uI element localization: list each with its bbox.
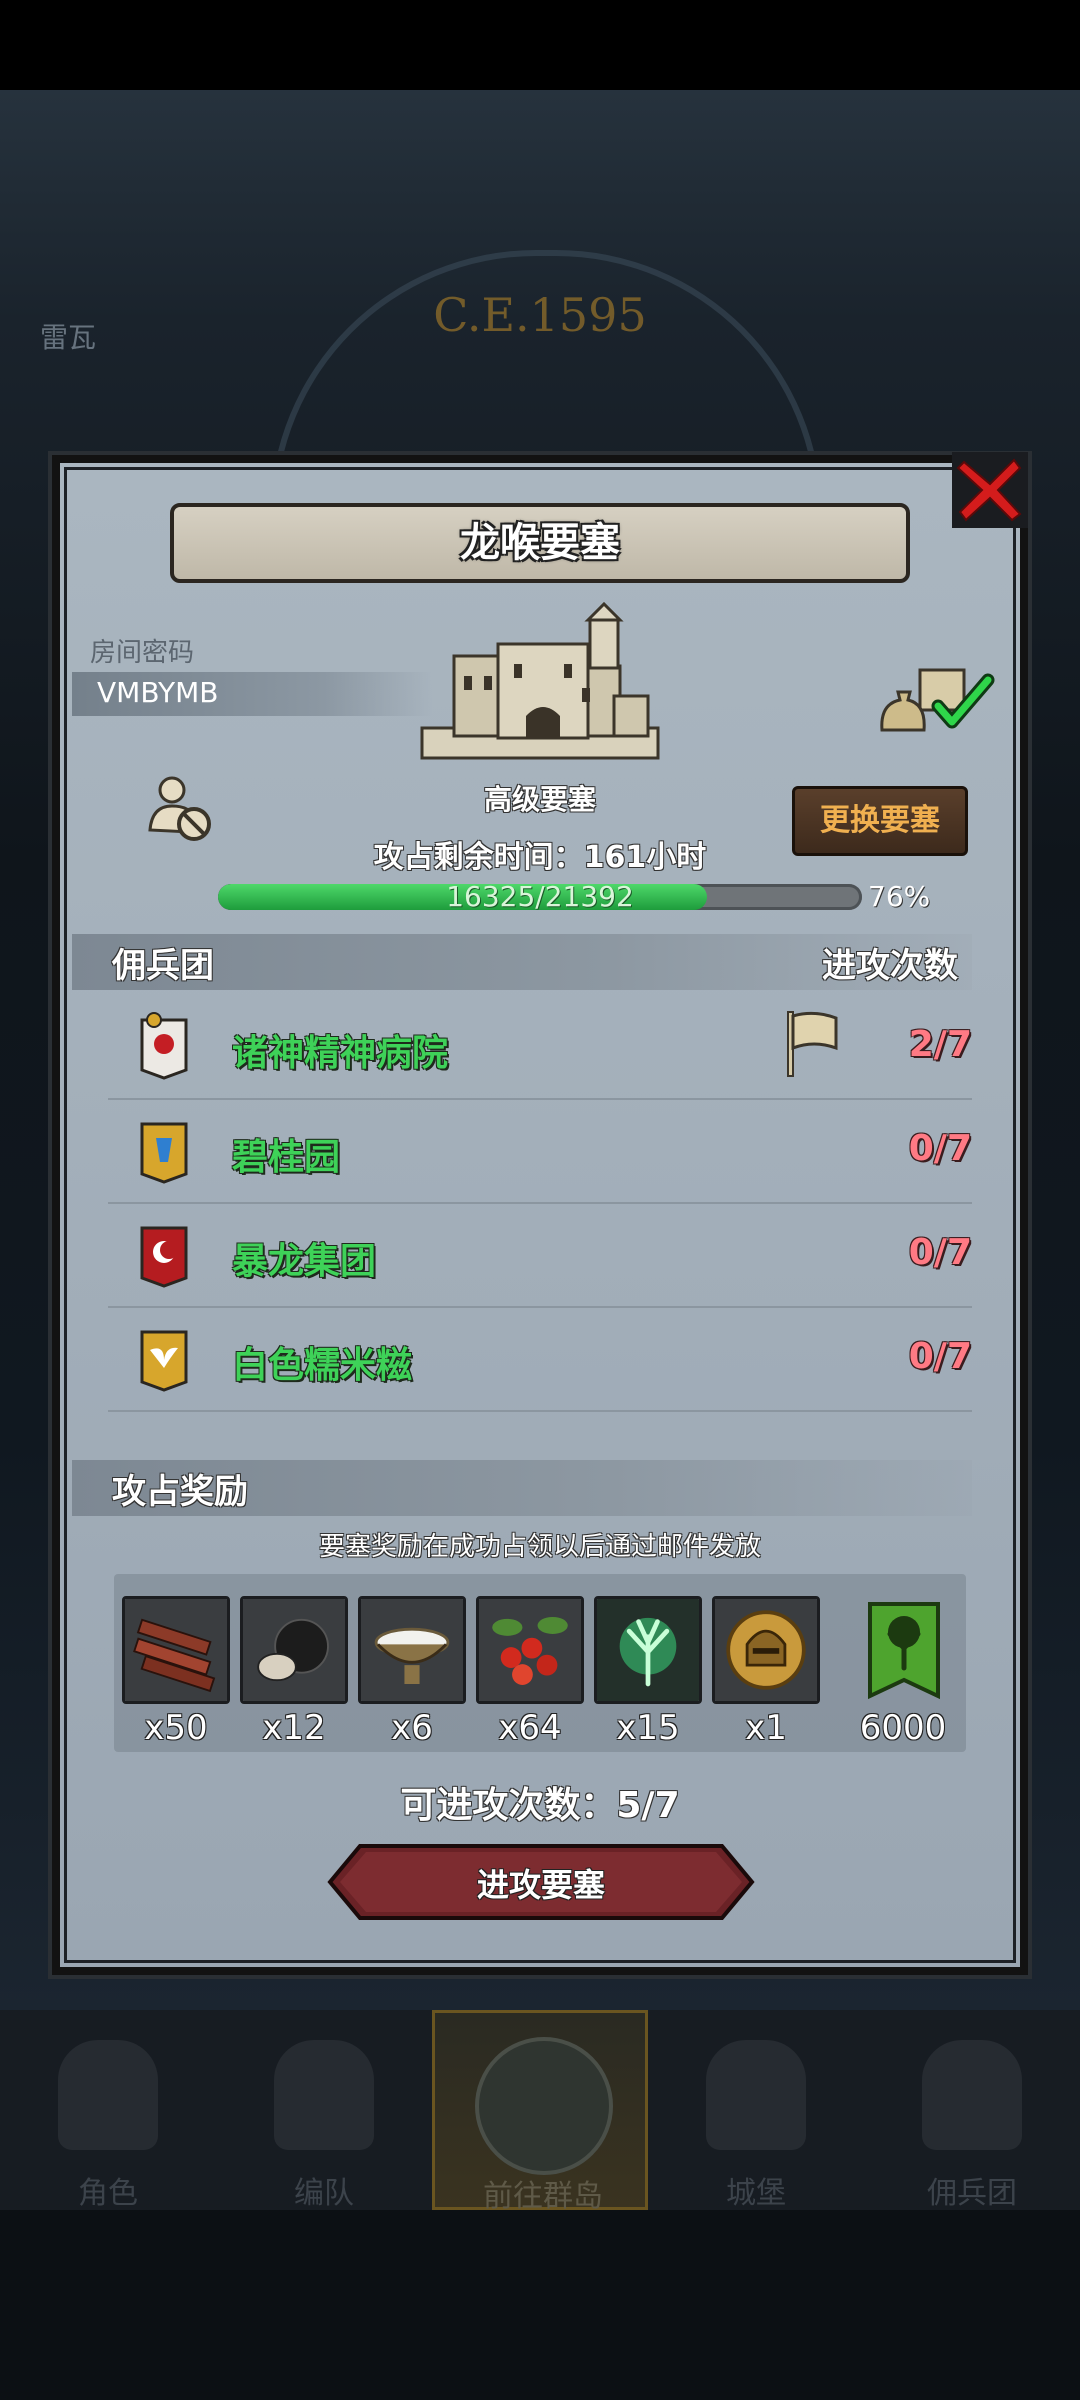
nav-item-castle[interactable]: 城堡 (648, 2010, 864, 2211)
mercenary-row[interactable]: 白色糯米糍 0/7 (108, 1306, 972, 1412)
close-button[interactable] (948, 448, 1032, 532)
reward-qty: x12 (262, 1708, 326, 1748)
reward-note: 要塞奖励在成功占领以后通过邮件发放 (318, 1532, 761, 1562)
knight-icon (58, 2040, 158, 2150)
guild-emblem-icon (140, 1012, 188, 1080)
attack-count: 0/7 (908, 1232, 972, 1273)
nav-item-formation[interactable]: 编队 (216, 2010, 432, 2211)
mercenary-row[interactable]: 暴龙集团 0/7 (108, 1202, 972, 1308)
status-bar (0, 0, 1080, 90)
guild-emblem-icon (140, 1122, 188, 1184)
attack-count: 0/7 (908, 1128, 972, 1169)
nav-label: 城堡 (726, 2176, 786, 2211)
reward-qty: x1 (745, 1708, 787, 1748)
supply-ready-icon (880, 668, 995, 732)
castle-icon (706, 2040, 806, 2150)
attack-count-header: 进攻次数 (822, 946, 958, 986)
nav-item-islands[interactable]: 前往群岛 (432, 2010, 648, 2214)
region-label: 雷瓦 (40, 321, 97, 354)
attack-button-label: 进攻要塞 (476, 1866, 605, 1904)
progress-value: 16325/21392 (446, 880, 634, 913)
wood-planks-icon[interactable] (122, 1596, 230, 1704)
progress-percent: 76% (868, 880, 931, 913)
mercenary-name: 暴龙集团 (232, 1241, 377, 1282)
guild-emblem-icon (140, 1330, 188, 1392)
dialog-title: 龙喉要塞 (170, 503, 910, 583)
nav-label: 编队 (294, 2176, 354, 2211)
truffle-icon[interactable] (240, 1596, 348, 1704)
reward-qty: x6 (391, 1708, 433, 1748)
attack-count: 0/7 (908, 1336, 972, 1377)
remaining-attempts: 可进攻次数：5/7 (400, 1785, 680, 1826)
nav-item-mercenary[interactable]: 佣兵团 (864, 2010, 1080, 2211)
green-spirit-tree-icon[interactable] (594, 1596, 702, 1704)
mercenary-row[interactable]: 碧桂园 0/7 (108, 1098, 972, 1204)
fortress-icon (420, 601, 660, 760)
room-password-label: 房间密码 (90, 638, 195, 668)
reward-qty: x15 (616, 1708, 680, 1748)
bottom-background (0, 2210, 1080, 2400)
mercenary-ship-icon (922, 2040, 1022, 2150)
room-code[interactable]: VMBYMB (97, 676, 218, 709)
nav-item-character[interactable]: 角色 (0, 2010, 216, 2211)
flag-icon (787, 1011, 838, 1077)
no-person-icon (148, 776, 211, 841)
reward-header: 攻占奖励 (112, 1472, 248, 1512)
guild-emblem-icon (140, 1226, 188, 1288)
change-fortress-button[interactable]: 更换要塞 (792, 786, 968, 856)
salt-bowl-icon[interactable] (358, 1596, 466, 1704)
reward-qty: 6000 (859, 1708, 947, 1748)
mercenary-row[interactable]: 诸神精神病院 2/7 (108, 994, 972, 1100)
nav-label: 佣兵团 (927, 2176, 1017, 2211)
fortress-level: 高级要塞 (483, 783, 596, 816)
globe-icon (475, 2037, 613, 2175)
mercenary-name: 诸神精神病院 (232, 1033, 449, 1074)
attack-count: 2/7 (908, 1024, 972, 1065)
time-remaining: 攻占剩余时间：161小时 (373, 840, 707, 875)
mercenary-header: 佣兵团 (112, 946, 214, 986)
berries-icon[interactable] (476, 1596, 584, 1704)
helmet-icon (274, 2040, 374, 2150)
reward-qty: x64 (498, 1708, 562, 1748)
nav-label: 前往群岛 (483, 2179, 603, 2214)
era-label: C.E.1595 (433, 288, 647, 342)
golden-helmet-coin-icon[interactable] (712, 1596, 820, 1704)
reward-qty: x50 (144, 1708, 208, 1748)
nav-label: 角色 (78, 2176, 138, 2211)
mercenary-name: 白色糯米糍 (232, 1345, 413, 1386)
mercenary-name: 碧桂园 (232, 1137, 341, 1178)
tree-banner-icon[interactable] (850, 1596, 958, 1704)
